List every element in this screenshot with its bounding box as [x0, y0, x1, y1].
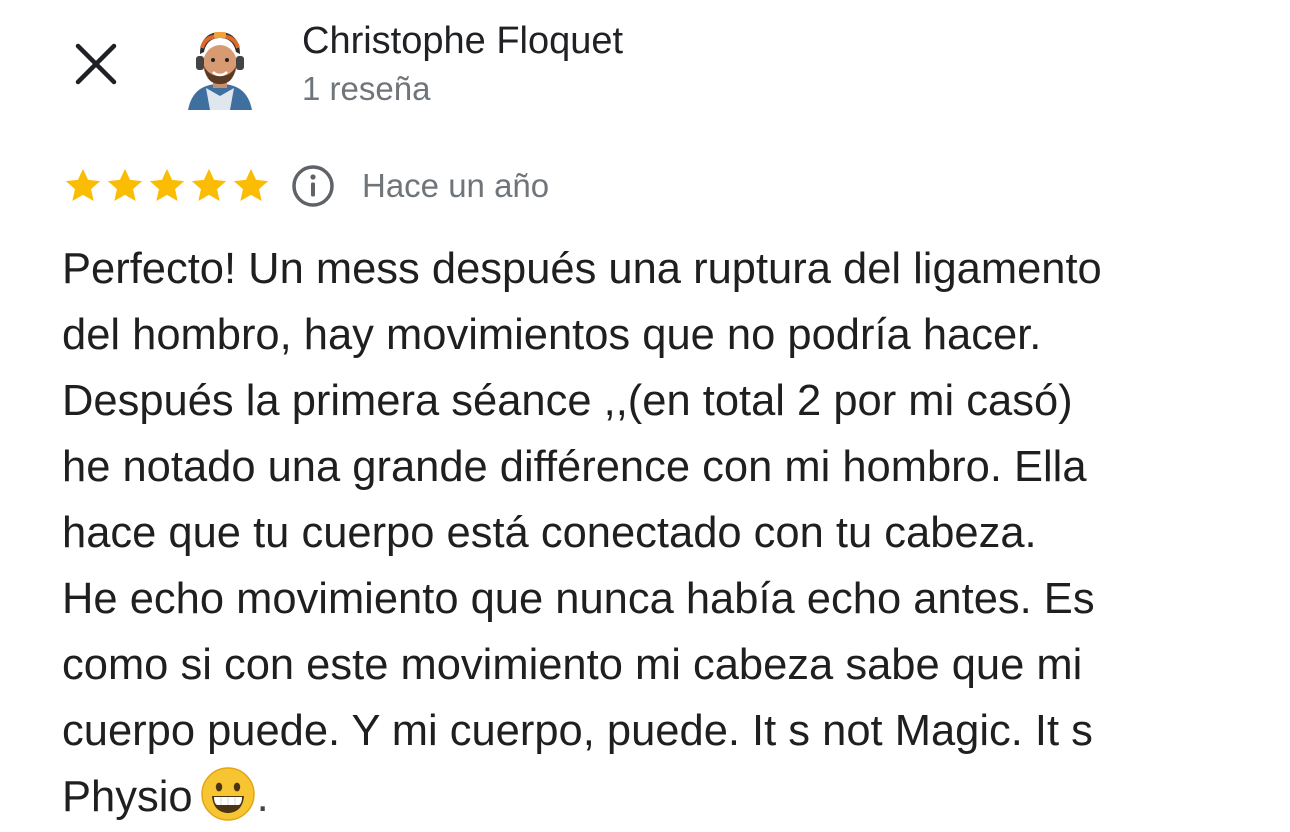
review-line: hace que tu cuerpo está conectado con tu…: [62, 509, 1037, 557]
rating-row: Hace un año: [62, 160, 549, 212]
review-trailing: .: [256, 773, 269, 821]
review-date: Hace un año: [362, 167, 550, 204]
review-line: he notado una grande différence con mi h…: [62, 443, 1087, 491]
review-line: Perfecto! Un mess después una ruptura de…: [62, 245, 1102, 293]
star-icon: [149, 168, 185, 202]
review-count: 1 reseña: [302, 70, 431, 107]
review-line: cuerpo puede. Y mi cuerpo, puede. It s n…: [62, 707, 1093, 755]
star-icon: [233, 168, 269, 202]
review-line: como si con este movimiento mi cabeza sa…: [62, 641, 1083, 689]
star-icon: [107, 168, 143, 202]
review-line: Physio: [62, 773, 193, 821]
info-icon[interactable]: [290, 163, 336, 209]
review-body: Perfecto! Un mess después una ruptura de…: [62, 236, 1242, 830]
close-icon: [75, 43, 117, 85]
review-last-line: Physio .: [62, 764, 1242, 830]
star-icon: [65, 168, 101, 202]
grinning-face-icon: [200, 767, 255, 821]
review-line: Después la primera séance ,,(en total 2 …: [62, 377, 1073, 425]
reviewer-name[interactable]: Christophe Floquet: [302, 18, 623, 64]
star-icon: [191, 168, 227, 202]
close-button[interactable]: [70, 38, 122, 90]
star-rating: [62, 165, 272, 207]
review-line: del hombro, hay movimientos que no podrí…: [62, 311, 1042, 359]
avatar[interactable]: [180, 26, 260, 110]
review-line: He echo movimiento que nunca había echo …: [62, 575, 1095, 623]
